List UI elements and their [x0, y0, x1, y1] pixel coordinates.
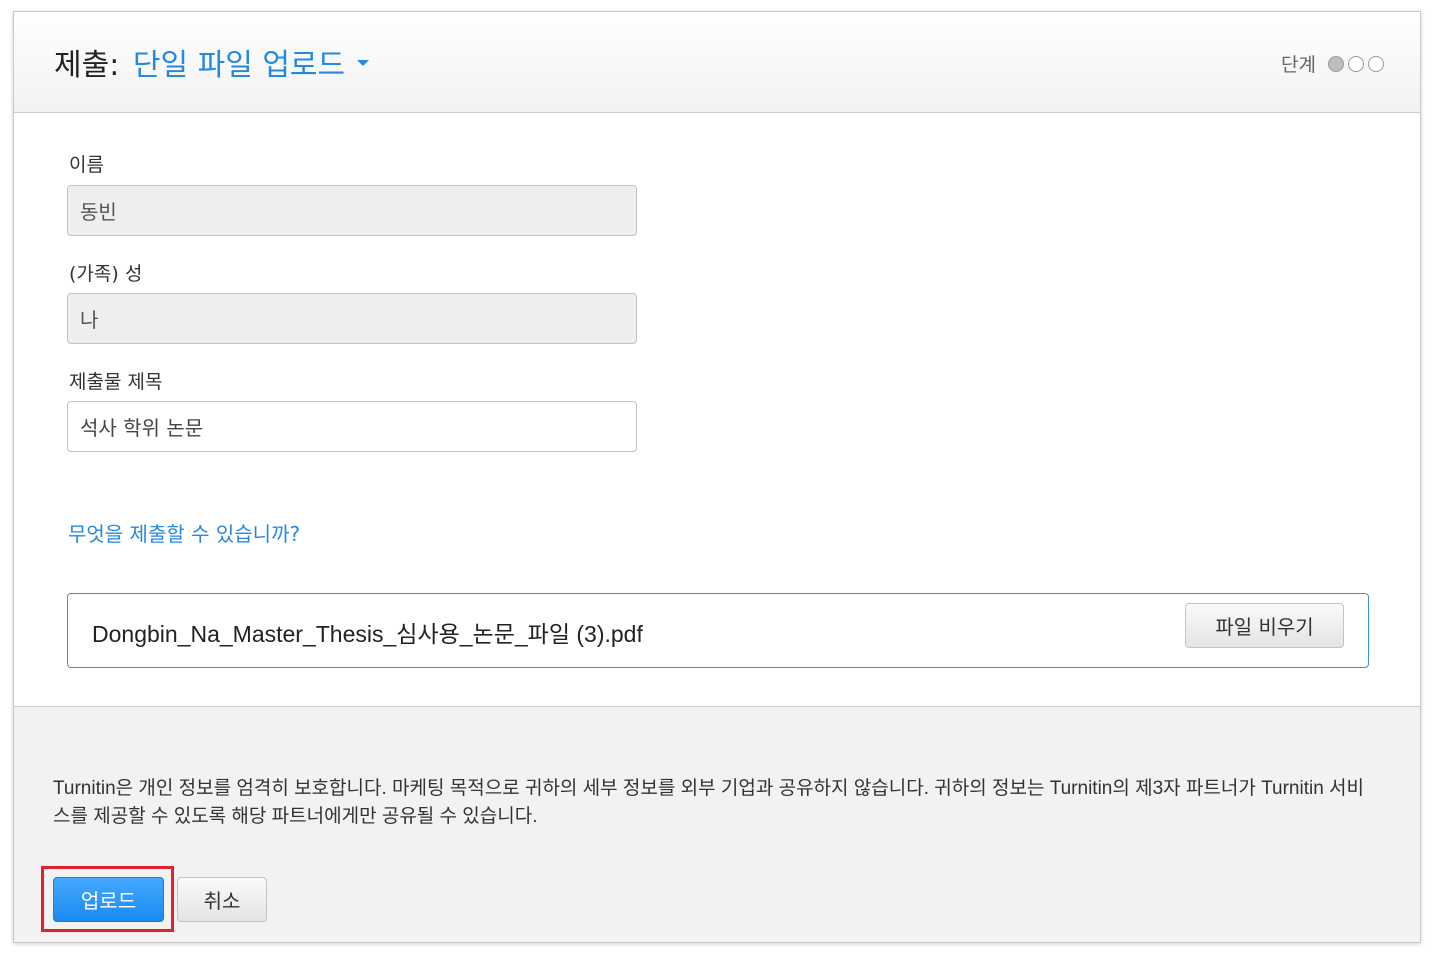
submission-type-dropdown[interactable]: 단일 파일 업로드: [132, 48, 370, 83]
dialog-footer: Turnitin은 개인 정보를 엄격히 보호합니다. 마케팅 목적으로 귀하의…: [14, 706, 1420, 942]
submission-title-label: 제출물 제목: [69, 371, 163, 393]
first-name-field[interactable]: 동빈: [67, 185, 637, 236]
last-name-label: (가족) 성: [69, 263, 143, 285]
first-name-label: 이름: [69, 154, 104, 176]
dialog-header: 제출: 단일 파일 업로드 단계: [14, 12, 1420, 113]
cancel-button[interactable]: 취소: [177, 877, 267, 922]
caret-down-icon: [357, 59, 370, 66]
privacy-notice: Turnitin은 개인 정보를 엄격히 보호합니다. 마케팅 목적으로 귀하의…: [53, 778, 1365, 827]
submission-title-value: 석사 학위 논문: [80, 416, 204, 440]
submission-dialog: 제출: 단일 파일 업로드 단계 이름 동빈 (가족) 성 나 제출물 제목 석…: [13, 11, 1421, 943]
selected-file-box: Dongbin_Na_Master_Thesis_심사용_논문_파일 (3).p…: [67, 593, 1369, 668]
page-title: 제출: 단일 파일 업로드: [54, 40, 370, 84]
submission-title-field[interactable]: 석사 학위 논문: [67, 401, 637, 452]
first-name-value: 동빈: [80, 200, 117, 224]
cancel-label: 취소: [203, 889, 241, 913]
title-prefix: 제출:: [54, 48, 120, 83]
step-indicator: 단계: [1281, 50, 1384, 77]
upload-label: 업로드: [80, 889, 137, 913]
clear-file-button[interactable]: 파일 비우기: [1185, 603, 1344, 648]
what-can-i-submit-link[interactable]: 무엇을 제출할 수 있습니까?: [68, 518, 300, 547]
last-name-value: 나: [80, 308, 99, 332]
step-dot-1: [1328, 55, 1344, 72]
step-dot-2: [1348, 55, 1364, 72]
file-name: Dongbin_Na_Master_Thesis_심사용_논문_파일 (3).p…: [92, 621, 643, 647]
upload-button[interactable]: 업로드: [53, 877, 164, 922]
steps-label: 단계: [1281, 54, 1316, 76]
submission-type-label: 단일 파일 업로드: [132, 48, 346, 83]
step-dot-3: [1368, 55, 1384, 72]
last-name-field[interactable]: 나: [67, 293, 637, 344]
clear-file-label: 파일 비우기: [1215, 615, 1314, 639]
